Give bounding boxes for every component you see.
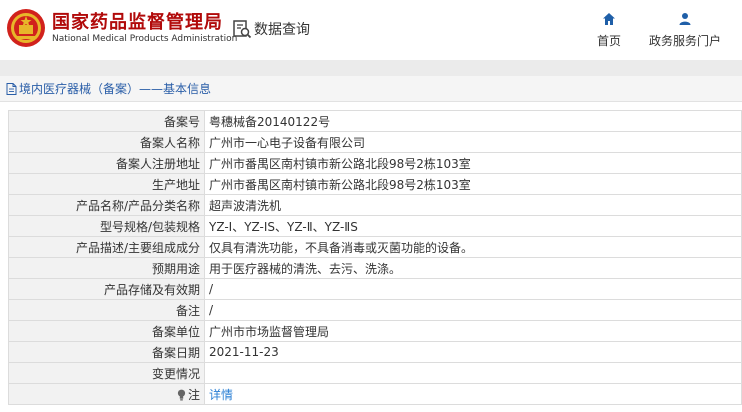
- field-label: 备案号: [8, 110, 205, 132]
- field-value: 粤穗械备20140122号: [204, 110, 742, 132]
- site-header: 国家药品监督管理局 National Medical Products Admi…: [0, 0, 742, 60]
- table-row: 预期用途 用于医疗器械的清洗、去污、洗涤。: [8, 257, 742, 279]
- field-value: 用于医疗器械的清洗、去污、洗涤。: [204, 257, 742, 279]
- table-row: 产品存储及有效期 /: [8, 278, 742, 300]
- table-row: 变更情况: [8, 362, 742, 384]
- field-label: 型号规格/包装规格: [8, 215, 205, 237]
- field-value: /: [204, 299, 742, 321]
- field-value: /: [204, 278, 742, 300]
- brand-title: 国家药品监督管理局: [52, 12, 223, 33]
- data-query-icon: [233, 20, 252, 39]
- field-label: 备案人注册地址: [8, 152, 205, 174]
- field-label: 预期用途: [8, 257, 205, 279]
- emblem-logo: [7, 9, 45, 47]
- field-label: 产品描述/主要组成成分: [8, 236, 205, 258]
- table-row: 生产地址 广州市番禺区南村镇市新公路北段98号2栋103室: [8, 173, 742, 195]
- nav-gov-label: 政务服务门户: [648, 34, 721, 48]
- table-row: 备案号 粤穗械备20140122号: [8, 110, 742, 132]
- table-row: 备案单位 广州市市场监督管理局: [8, 320, 742, 342]
- breadcrumb: 境内医疗器械（备案）——基本信息: [0, 76, 742, 102]
- nav-gov-portal[interactable]: 政务服务门户: [646, 12, 724, 49]
- field-value: [204, 362, 742, 384]
- page-title: 境内医疗器械（备案）——基本信息: [19, 82, 212, 96]
- field-label: 变更情况: [8, 362, 205, 384]
- field-value: 广州市番禺区南村镇市新公路北段98号2栋103室: [204, 173, 742, 195]
- field-label: 生产地址: [8, 173, 205, 195]
- table-row: 备案人名称 广州市一心电子设备有限公司: [8, 131, 742, 153]
- field-label: 注: [187, 387, 200, 402]
- field-label: 备案人名称: [8, 131, 205, 153]
- field-label: 产品存储及有效期: [8, 278, 205, 300]
- field-value: 广州市番禺区南村镇市新公路北段98号2栋103室: [204, 152, 742, 174]
- table-row: 型号规格/包装规格 YZ-Ⅰ、YZ-ⅠS、YZ-Ⅱ、YZ-ⅡS: [8, 215, 742, 237]
- data-query-label: 数据查询: [254, 22, 310, 38]
- table-row: 产品描述/主要组成成分 仅具有清洗功能，不具备消毒或灭菌功能的设备。: [8, 236, 742, 258]
- header-divider-band: [0, 60, 742, 76]
- details-link[interactable]: 详情: [209, 388, 233, 402]
- field-label: 产品名称/产品分类名称: [8, 194, 205, 216]
- field-value: 2021-11-23: [204, 341, 742, 363]
- lightbulb-icon: [177, 389, 186, 401]
- user-icon: [679, 13, 691, 25]
- table-row: 产品名称/产品分类名称 超声波清洗机: [8, 194, 742, 216]
- table-row: 备案日期 2021-11-23: [8, 341, 742, 363]
- field-label: 备注: [8, 299, 205, 321]
- table-row: 注 详情: [8, 383, 742, 405]
- nav-home-label: 首页: [596, 34, 621, 48]
- field-value: 广州市一心电子设备有限公司: [204, 131, 742, 153]
- field-value: 超声波清洗机: [204, 194, 742, 216]
- home-icon: [603, 13, 615, 25]
- note-label-cell: 注: [8, 383, 205, 405]
- document-icon: [6, 82, 17, 95]
- details-cell: 详情: [204, 383, 742, 405]
- field-value: YZ-Ⅰ、YZ-ⅠS、YZ-Ⅱ、YZ-ⅡS: [204, 215, 742, 237]
- field-value: 仅具有清洗功能，不具备消毒或灭菌功能的设备。: [204, 236, 742, 258]
- data-query-link[interactable]: 数据查询: [232, 18, 310, 40]
- brand-subtitle: National Medical Products Administration: [52, 34, 238, 44]
- field-label: 备案单位: [8, 320, 205, 342]
- table-row: 备注 /: [8, 299, 742, 321]
- field-value: 广州市市场监督管理局: [204, 320, 742, 342]
- table-row: 备案人注册地址 广州市番禺区南村镇市新公路北段98号2栋103室: [8, 152, 742, 174]
- record-table: 备案号 粤穗械备20140122号 备案人名称 广州市一心电子设备有限公司 备案…: [8, 110, 742, 405]
- nav-home[interactable]: 首页: [592, 12, 626, 49]
- field-label: 备案日期: [8, 341, 205, 363]
